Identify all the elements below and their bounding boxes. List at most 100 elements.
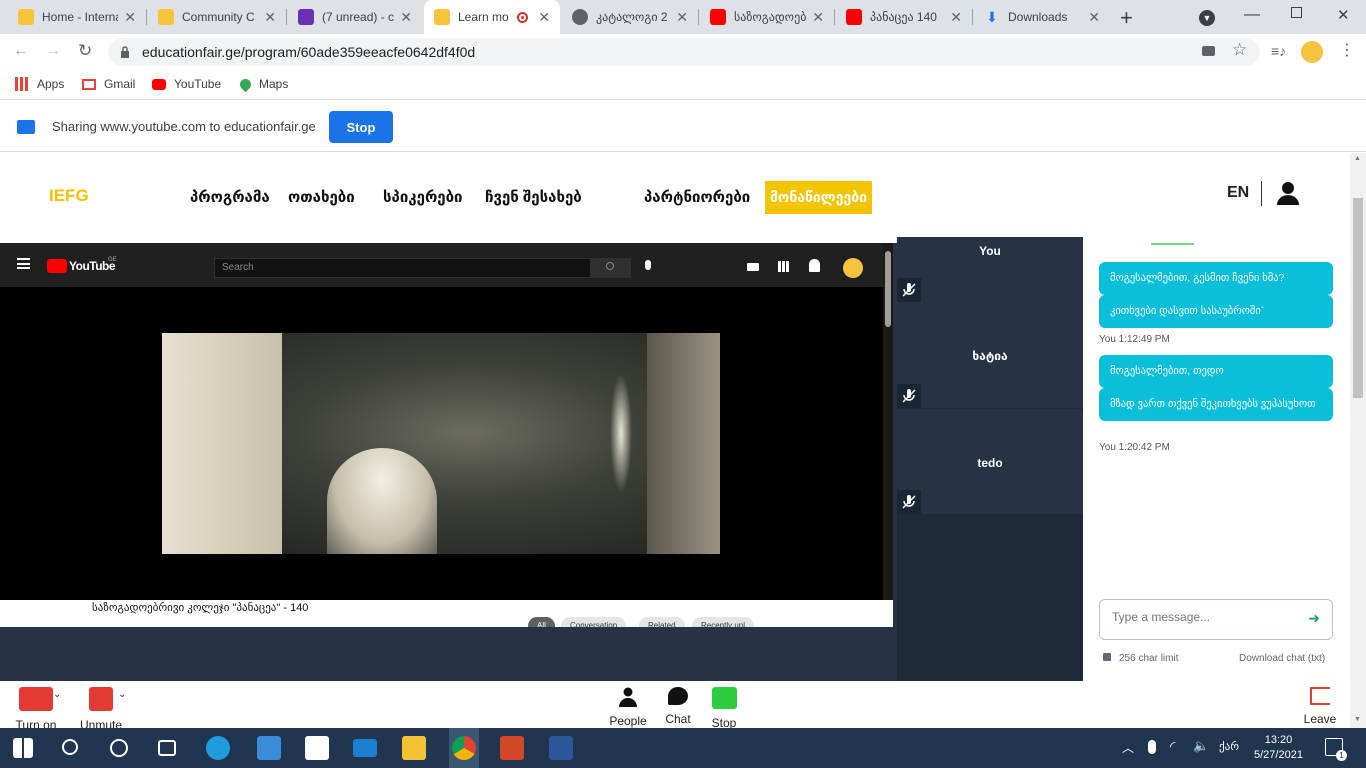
scroll-up-icon[interactable]: ▲ — [1354, 155, 1361, 162]
download-chat-link[interactable]: Download chat (txt) — [1239, 653, 1325, 664]
bookmark-apps[interactable]: Apps — [15, 77, 64, 91]
close-tab-icon[interactable]: ✕ — [676, 9, 688, 26]
input-language[interactable]: ქარ — [1219, 740, 1239, 753]
chat-button[interactable]: Chat — [660, 687, 696, 726]
volume-icon[interactable]: 🔈 — [1193, 738, 1209, 754]
nav-partners[interactable]: პარტნიორები — [644, 188, 750, 206]
scroll-thumb[interactable] — [885, 251, 891, 327]
browser-tab[interactable]: Home - Interna ✕ — [8, 0, 146, 34]
mail-icon[interactable] — [353, 739, 377, 757]
powerpoint-icon[interactable] — [500, 736, 524, 760]
close-tab-icon[interactable]: ✕ — [124, 9, 136, 26]
chat-input[interactable] — [1112, 610, 1292, 624]
task-view-icon[interactable] — [158, 740, 176, 756]
video-title[interactable]: საზოგადოებრივი კოლეჯი "პანაცეა" - 140 — [92, 601, 308, 614]
chip-conversation[interactable]: Conversation — [561, 617, 627, 627]
participant-tile[interactable]: tedo — [897, 409, 1083, 514]
address-bar[interactable]: educationfair.ge/program/60ade359eeacfe0… — [108, 38, 1260, 66]
browser-tab[interactable]: პანაცეა 140 ✕ — [836, 0, 972, 34]
camera-options-chevron-icon[interactable]: ⌄ — [53, 689, 61, 700]
browser-tab[interactable]: ⬇ Downloads ✕ — [974, 0, 1110, 34]
bookmark-gmail[interactable]: Gmail — [82, 77, 135, 91]
word-icon[interactable] — [549, 736, 573, 760]
chat-message-field[interactable]: ➜ — [1099, 599, 1333, 640]
reload-icon[interactable]: ↻ — [78, 41, 92, 61]
cortana-icon[interactable] — [110, 739, 128, 757]
mic-options-chevron-icon[interactable]: ⌄ — [118, 689, 126, 700]
tab-title: კატალოგი 2 — [596, 10, 668, 24]
chrome-icon[interactable] — [452, 736, 476, 760]
back-icon[interactable]: ← — [13, 42, 29, 60]
wifi-icon[interactable]: ◜ — [1170, 738, 1175, 755]
participant-tile[interactable]: ხატია — [897, 303, 1083, 408]
leave-button[interactable]: Leave — [1300, 687, 1340, 726]
camera-in-use-icon[interactable] — [1202, 46, 1215, 56]
chat-timestamp: You 1:20:42 PM — [1099, 442, 1170, 453]
chip-recently-uploaded[interactable]: Recently upl — [692, 617, 755, 627]
store-icon[interactable] — [305, 736, 329, 760]
stop-share-button[interactable]: Stop — [706, 687, 742, 730]
new-tab-button[interactable]: + — [1120, 5, 1133, 31]
chip-all[interactable]: All — [528, 617, 555, 627]
nav-program[interactable]: პროგრამა — [190, 188, 270, 206]
file-explorer-icon[interactable] — [402, 736, 426, 760]
close-tab-icon[interactable]: ✕ — [812, 9, 824, 26]
scroll-down-icon[interactable]: ▼ — [1354, 716, 1361, 723]
create-video-icon[interactable] — [747, 263, 759, 271]
youtube-search-button[interactable] — [591, 258, 631, 278]
video-player[interactable] — [162, 333, 720, 554]
hamburger-menu-icon[interactable] — [17, 258, 30, 269]
close-tab-icon[interactable]: ✕ — [538, 9, 550, 26]
page-scrollbar[interactable]: ▲ ▼ — [1350, 153, 1366, 728]
browser-menu-icon[interactable]: ⋮ — [1339, 40, 1355, 60]
youtube-logo-icon[interactable] — [47, 259, 67, 273]
window-close-icon[interactable]: ✕ — [1337, 6, 1350, 24]
youtube-avatar[interactable] — [843, 258, 863, 278]
microphone-icon[interactable] — [1148, 740, 1156, 754]
edge-icon[interactable] — [206, 736, 230, 760]
youtube-search-input[interactable]: Search — [214, 258, 591, 278]
browser-toolbar: ← → ↻ educationfair.ge/program/60ade359e… — [0, 34, 1366, 70]
forward-icon[interactable]: → — [45, 42, 61, 60]
turn-on-camera-button[interactable]: Turn on — [14, 687, 58, 732]
apps-grid-icon[interactable] — [778, 261, 789, 272]
browser-tab[interactable]: კატალოგი 2 ✕ — [562, 0, 698, 34]
browser-tab[interactable]: Community C ✕ — [148, 0, 286, 34]
show-hidden-icons-icon[interactable]: ︿ — [1122, 739, 1134, 756]
url-text: educationfair.ge/program/60ade359eeacfe0… — [142, 44, 476, 60]
microphone-icon[interactable] — [645, 260, 651, 270]
system-clock[interactable]: 13:20 5/27/2021 — [1254, 733, 1303, 763]
people-button[interactable]: People — [607, 687, 649, 728]
browser-tab[interactable]: საზოგადოებ ✕ — [700, 0, 834, 34]
nav-rooms[interactable]: ოთახები — [288, 188, 355, 206]
nav-participants[interactable]: მონაწილეები — [765, 181, 872, 214]
control-panel-icon[interactable] — [257, 736, 281, 760]
stop-sharing-button[interactable]: Stop — [329, 111, 393, 143]
restore-icon[interactable] — [1291, 7, 1302, 18]
nav-about[interactable]: ჩვენ შესახებ — [485, 188, 582, 206]
chip-related[interactable]: Related — [639, 617, 685, 627]
minimize-icon[interactable]: — — [1244, 6, 1260, 24]
close-tab-icon[interactable]: ✕ — [264, 9, 276, 26]
language-switch[interactable]: EN — [1227, 184, 1249, 202]
windows-start-icon[interactable] — [13, 738, 33, 758]
tab-search-icon[interactable]: ▼ — [1199, 10, 1215, 26]
bookmark-star-icon[interactable]: ☆ — [1232, 40, 1247, 60]
user-account-icon[interactable] — [1277, 181, 1299, 205]
media-control-icon[interactable]: ≡♪ — [1271, 43, 1286, 59]
browser-tab-active[interactable]: Learn mo ✕ — [424, 0, 560, 34]
send-arrow-icon[interactable]: ➜ — [1308, 610, 1320, 627]
browser-tab[interactable]: (7 unread) - c ✕ — [288, 0, 422, 34]
close-tab-icon[interactable]: ✕ — [950, 9, 962, 26]
profile-avatar[interactable] — [1301, 41, 1323, 63]
close-tab-icon[interactable]: ✕ — [1088, 9, 1100, 26]
bookmark-youtube[interactable]: YouTube — [152, 77, 221, 91]
bookmark-maps[interactable]: Maps — [237, 76, 288, 92]
search-icon[interactable] — [62, 739, 78, 755]
close-tab-icon[interactable]: ✕ — [400, 9, 412, 26]
nav-speakers[interactable]: სპიკერები — [383, 188, 463, 206]
notifications-bell-icon[interactable] — [809, 259, 820, 272]
site-logo[interactable]: IEFG — [49, 186, 89, 206]
scroll-thumb[interactable] — [1353, 198, 1363, 398]
youtube-scrollbar[interactable] — [883, 243, 893, 600]
